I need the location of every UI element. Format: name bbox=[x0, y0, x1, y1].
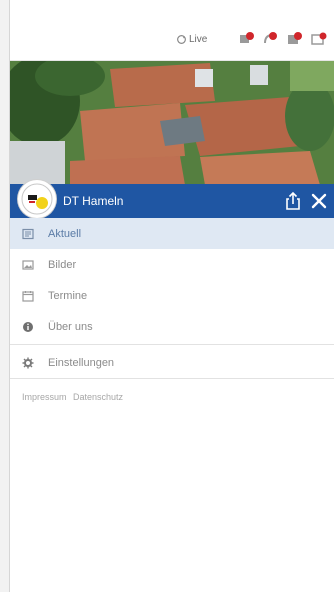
datenschutz-link[interactable]: Datenschutz bbox=[73, 392, 123, 402]
image-icon bbox=[22, 259, 34, 271]
nav-item-label: Über uns bbox=[48, 320, 93, 333]
club-name: DT Hameln bbox=[63, 194, 124, 208]
nav-item-label: Bilder bbox=[48, 258, 77, 271]
gear-icon bbox=[22, 357, 34, 369]
share-button[interactable] bbox=[284, 191, 302, 211]
refresh-icon bbox=[177, 35, 186, 44]
impressum-link[interactable]: Impressum bbox=[22, 392, 67, 402]
nav-menu: Aktuell Bilder Termine Über uns bbox=[10, 218, 334, 345]
club-photo bbox=[10, 61, 334, 185]
club-header: DT Hameln bbox=[10, 180, 334, 218]
nav-item-bilder[interactable]: Bilder bbox=[10, 249, 334, 280]
close-button[interactable] bbox=[310, 192, 328, 210]
club-logo bbox=[18, 180, 56, 218]
calendar-icon bbox=[22, 290, 34, 302]
settings-label: Einstellungen bbox=[48, 357, 115, 369]
top-bar: Live bbox=[10, 0, 334, 61]
notification-add-icon[interactable] bbox=[238, 31, 256, 47]
share-icon bbox=[286, 191, 300, 210]
nav-item-ueber-uns[interactable]: Über uns bbox=[10, 311, 334, 342]
nav-item-label: Termine bbox=[48, 289, 88, 302]
live-button[interactable]: Live bbox=[176, 34, 207, 45]
live-label: Live bbox=[189, 34, 208, 45]
calendar-remove-icon[interactable] bbox=[310, 31, 328, 47]
divider bbox=[10, 344, 334, 345]
nav-item-aktuell[interactable]: Aktuell bbox=[10, 218, 334, 249]
nav-item-termine[interactable]: Termine bbox=[10, 280, 334, 311]
info-icon bbox=[22, 321, 34, 333]
footer-links: Impressum Datenschutz bbox=[22, 392, 127, 402]
news-icon bbox=[22, 228, 34, 240]
app-frame: Live DT Hameln Aktuell Bilder Termine Üb… bbox=[9, 0, 334, 592]
calendar-add-icon[interactable] bbox=[286, 31, 304, 47]
nav-item-label: Aktuell bbox=[48, 227, 82, 240]
close-icon bbox=[311, 193, 327, 209]
nav-item-einstellungen[interactable]: Einstellungen bbox=[10, 348, 334, 379]
notification-remove-icon[interactable] bbox=[262, 31, 280, 47]
